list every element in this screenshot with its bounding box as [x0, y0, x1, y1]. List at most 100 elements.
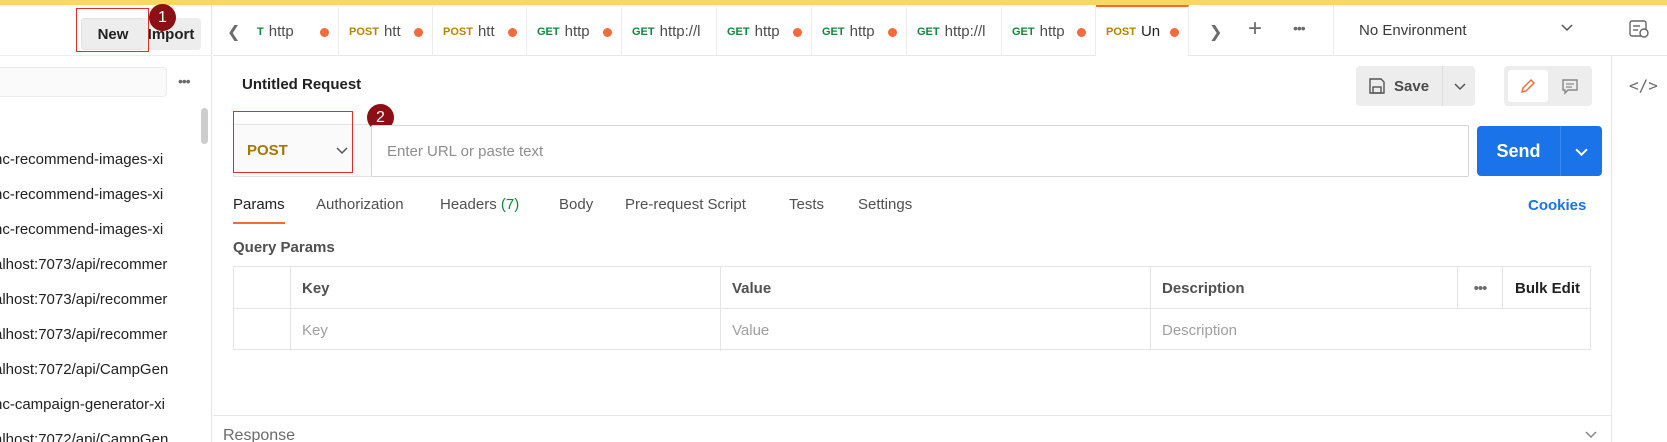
sidebar-history-item[interactable]: alhost:7073/api/recommer: [0, 317, 196, 352]
save-button-group: Save: [1356, 66, 1475, 106]
more-horizontal-icon[interactable]: •••: [1458, 267, 1503, 309]
request-tab-active[interactable]: POST Un: [1096, 5, 1189, 56]
chevron-down-icon: [1585, 431, 1597, 439]
request-tab[interactable]: POST htt: [433, 7, 527, 56]
unsaved-dot-icon: [508, 28, 517, 37]
save-options-button[interactable]: [1444, 78, 1475, 94]
view-toggle: [1504, 66, 1592, 106]
key-input[interactable]: Key: [291, 309, 721, 351]
tab-url: http: [268, 23, 294, 40]
request-tab[interactable]: GET http: [812, 7, 907, 56]
sidebar-filter-input[interactable]: [0, 67, 167, 97]
sidebar-history-item[interactable]: alhost:7073/api/recommer: [0, 282, 196, 317]
sidebar-history-item[interactable]: alhost:7072/api/CampGen: [0, 422, 196, 442]
query-params-label: Query Params: [233, 239, 335, 256]
request-tab[interactable]: GET http: [1002, 7, 1096, 56]
bulk-edit-button[interactable]: Bulk Edit: [1503, 267, 1590, 309]
tab-headers-label: Headers: [440, 196, 497, 213]
comment-icon[interactable]: [1552, 70, 1588, 102]
save-icon: [1369, 78, 1385, 94]
edit-pencil-icon[interactable]: [1508, 70, 1548, 102]
row-checkbox-cell: [234, 309, 291, 351]
sidebar-scrollbar[interactable]: [201, 108, 208, 144]
unsaved-dot-icon: [1077, 28, 1086, 37]
sidebar-history-item[interactable]: alhost:7072/api/CampGen: [0, 352, 196, 387]
description-input[interactable]: Description: [1151, 309, 1590, 351]
tab-url: http: [564, 23, 590, 40]
tab-method: GET: [727, 25, 750, 38]
tab-method: T: [257, 25, 264, 38]
more-horizontal-icon[interactable]: •••: [1293, 20, 1306, 36]
unsaved-dot-icon: [888, 28, 897, 37]
response-label: Response: [223, 427, 296, 442]
tab-params[interactable]: Params: [233, 196, 285, 213]
request-tab[interactable]: POST htt: [339, 7, 433, 56]
send-options-button[interactable]: [1561, 126, 1602, 176]
sidebar-history-item[interactable]: nc-campaign-generator-xi: [0, 387, 196, 422]
request-tab[interactable]: T http: [247, 7, 339, 56]
tab-url: http://l: [944, 23, 986, 40]
tab-method: GET: [822, 25, 845, 38]
sidebar-history-item[interactable]: nc-recommend-images-xi: [0, 177, 196, 212]
tab-settings[interactable]: Settings: [858, 196, 912, 213]
tab-method: GET: [1012, 25, 1035, 38]
tab-method: GET: [632, 25, 655, 38]
chevron-down-icon: [1575, 148, 1588, 156]
environment-quick-look-icon[interactable]: [1628, 18, 1650, 40]
tab-body[interactable]: Body: [559, 196, 593, 213]
add-tab-icon[interactable]: +: [1248, 15, 1262, 43]
tab-url: http: [849, 23, 875, 40]
environment-select[interactable]: No Environment: [1333, 5, 1585, 56]
send-button-group: Send: [1477, 126, 1602, 176]
response-pane-header[interactable]: Response: [213, 415, 1611, 442]
value-input[interactable]: Value: [721, 309, 1151, 351]
tab-url: htt: [383, 23, 401, 40]
key-column-header: Key: [291, 267, 721, 309]
request-tab[interactable]: GET http: [527, 7, 622, 56]
url-input[interactable]: Enter URL or paste text: [371, 125, 1469, 177]
request-tab[interactable]: GET http: [717, 7, 812, 56]
request-tab[interactable]: GET http://l: [907, 7, 1002, 56]
tab-url: htt: [477, 23, 495, 40]
chevron-down-icon: [336, 147, 348, 155]
save-button[interactable]: Save: [1356, 66, 1443, 106]
checkbox-column-header: [234, 267, 291, 309]
tab-method: POST: [443, 25, 473, 38]
save-button-label: Save: [1394, 77, 1430, 95]
query-params-table: Key Value Description ••• Bulk Edit Key …: [233, 266, 1591, 351]
tab-method: GET: [537, 25, 560, 38]
tab-authorization[interactable]: Authorization: [316, 196, 404, 213]
sidebar-header: New Import 1: [0, 4, 212, 56]
sidebar-history-item[interactable]: alhost:7073/api/recommer: [0, 247, 196, 282]
chevron-down-icon: [1453, 83, 1466, 91]
sidebar-history-item[interactable]: nc-recommend-images-xi: [0, 142, 196, 177]
tab-headers[interactable]: Headers (7): [440, 196, 519, 213]
tab-url: Un: [1140, 23, 1161, 40]
tab-url: http: [754, 23, 780, 40]
tab-url: http: [1039, 23, 1065, 40]
chevron-right-icon[interactable]: ❯: [1209, 22, 1222, 42]
more-horizontal-icon[interactable]: •••: [178, 73, 200, 91]
tab-tests[interactable]: Tests: [789, 196, 824, 213]
sidebar-history-item[interactable]: nc-recommend-images-xi: [0, 212, 196, 247]
new-button[interactable]: New: [81, 18, 145, 50]
headers-count-badge: (7): [500, 196, 520, 213]
tab-prerequest-script[interactable]: Pre-request Script: [625, 196, 746, 213]
right-sidebar: </>: [1611, 56, 1667, 442]
request-title[interactable]: Untitled Request: [242, 76, 361, 93]
chevron-left-icon[interactable]: ❮: [227, 22, 243, 41]
unsaved-dot-icon: [603, 28, 612, 37]
send-button[interactable]: Send: [1477, 126, 1561, 176]
unsaved-dot-icon: [1170, 28, 1179, 37]
request-tab[interactable]: GET http://l: [622, 7, 717, 56]
code-icon[interactable]: </>: [1629, 76, 1658, 95]
table-header-row: Key Value Description ••• Bulk Edit: [234, 267, 1590, 309]
description-column-header: Description: [1151, 267, 1458, 309]
cookies-link[interactable]: Cookies: [1528, 197, 1586, 214]
value-column-header: Value: [721, 267, 1151, 309]
active-tab-indicator: [233, 222, 285, 224]
method-select[interactable]: POST: [233, 124, 372, 177]
tab-url: http://l: [659, 23, 701, 40]
tab-method: POST: [349, 25, 379, 38]
annotation-badge-1: 1: [149, 4, 176, 31]
